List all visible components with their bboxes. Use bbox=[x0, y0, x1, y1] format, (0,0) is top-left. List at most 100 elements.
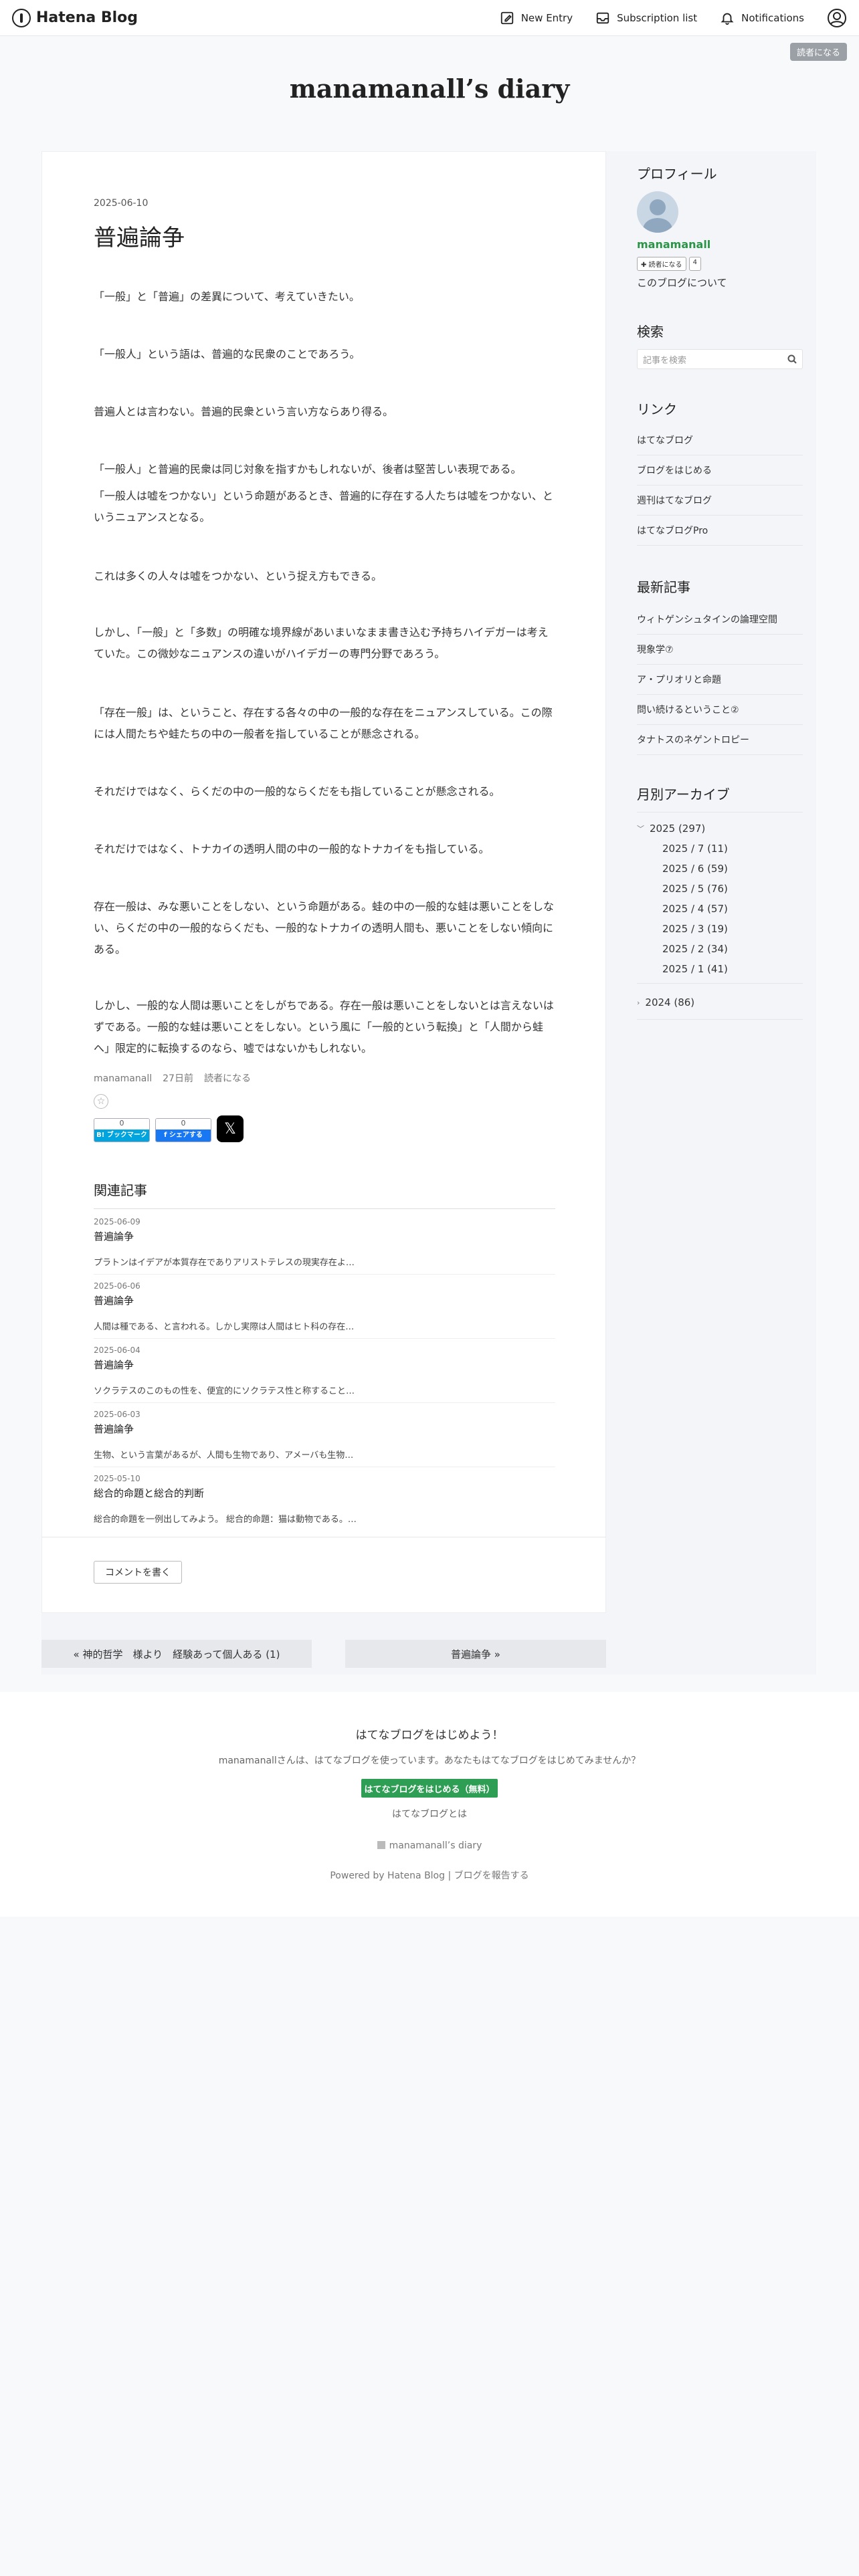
related-item[interactable]: 2025-05-10 総合的命題と総合的判断 総合的命題を一例出してみよう。 総… bbox=[94, 1467, 555, 1531]
recent-heading: 最新記事 bbox=[637, 579, 690, 595]
notifications-link[interactable]: Notifications bbox=[720, 11, 804, 25]
chevron-down-icon[interactable]: ﹀ bbox=[637, 823, 644, 834]
top-navbar: Hatena Blog New Entry Subscription list … bbox=[0, 0, 859, 36]
recent-entry[interactable]: タナトスのネゲントロピー bbox=[637, 725, 803, 755]
footer-blog-title[interactable]: manamanall’s diary bbox=[389, 1840, 482, 1851]
x-share-button[interactable]: 𝕏 bbox=[217, 1115, 244, 1142]
follower-count: 4 bbox=[688, 257, 701, 271]
archive-month[interactable]: 2025 / 4 (57) bbox=[662, 903, 728, 915]
start-blog-button[interactable]: はてなブログをはじめる（無料） bbox=[361, 1779, 498, 1798]
footer-blog-link[interactable]: manamanall’s diary bbox=[0, 1840, 859, 1851]
sidebar-link[interactable]: はてなブログPro bbox=[637, 516, 803, 546]
new-entry-label: New Entry bbox=[520, 11, 573, 24]
recent-entry[interactable]: ア・プリオリと命題 bbox=[637, 665, 803, 695]
sidebar-link[interactable]: 週刊はてなブログ bbox=[637, 486, 803, 516]
chevron-right-icon[interactable]: › bbox=[637, 998, 640, 1007]
pencil-icon bbox=[500, 11, 513, 24]
inbox-icon bbox=[596, 12, 609, 23]
related-item[interactable]: 2025-06-09 普遍論争 プラトンはイデアが本質存在でありアリストテレスの… bbox=[94, 1210, 555, 1275]
blog-title[interactable]: manamanall’s diary bbox=[0, 74, 859, 104]
entry-paragraph: 「存在一般」は、ということ、存在する各々の中の一般的な存在をニュアンスしている。… bbox=[94, 706, 553, 740]
entry-paragraph: しかし、「一般」と「多数」の明確な境界線があいまいなまま書き込む予持ちハイデガー… bbox=[94, 626, 549, 660]
pager-prev-link[interactable]: « 神的哲学 様より 経験あって個人ある (1) bbox=[41, 1640, 312, 1668]
entry-paragraph: 「一般」と「普遍」の差異について、考えていきたい。 bbox=[94, 290, 360, 303]
recent-entry[interactable]: 現象学⑦ bbox=[637, 635, 803, 665]
search-icon[interactable] bbox=[787, 354, 797, 364]
hatena-logo-icon bbox=[12, 8, 31, 27]
about-hatena-link[interactable]: はてなブログとは bbox=[0, 1807, 859, 1820]
related-title[interactable]: 総合的命題と総合的判断 bbox=[94, 1486, 555, 1500]
related-item[interactable]: 2025-06-03 普遍論争 生物、という言葉があるが、人間も生物であり、アメ… bbox=[94, 1403, 555, 1467]
follow-button-top[interactable]: 読者になる bbox=[789, 43, 847, 61]
pager-next-link[interactable]: 普遍論争 » bbox=[345, 1640, 606, 1668]
facebook-share-button[interactable]: 0 f シェアする bbox=[155, 1118, 211, 1142]
archive-month[interactable]: 2025 / 5 (76) bbox=[662, 883, 728, 895]
related-date: 2025-06-06 bbox=[94, 1281, 140, 1291]
sidebar-link[interactable]: はてなブログ bbox=[637, 425, 803, 455]
user-menu[interactable] bbox=[827, 8, 847, 28]
links-heading: リンク bbox=[637, 401, 677, 417]
entry-paragraph: 普遍人とは言わない。普遍的民衆という言い方ならあり得る。 bbox=[94, 405, 394, 418]
subscription-label: Subscription list bbox=[617, 11, 698, 24]
sidebar-link[interactable]: ブログをはじめる bbox=[637, 455, 803, 486]
subscription-list-link[interactable]: Subscription list bbox=[595, 11, 697, 25]
archive-month[interactable]: 2025 / 2 (34) bbox=[662, 943, 728, 955]
related-excerpt: 生物、という言葉があるが、人間も生物であり、アメーバも生物… bbox=[94, 1451, 354, 1461]
recent-entry[interactable]: ウィトゲンシュタインの論理空間 bbox=[637, 605, 803, 635]
entry-author[interactable]: manamanall bbox=[94, 1073, 152, 1084]
bookmark-label: B! ブックマーク bbox=[94, 1130, 149, 1142]
x-icon: 𝕏 bbox=[224, 1120, 236, 1138]
entry-paragraph: これは多くの人々は嘘をつかない、という捉え方もできる。 bbox=[94, 570, 383, 582]
entry-date[interactable]: 2025-06-10 bbox=[94, 198, 148, 209]
entry-footer: manamanall 27日前 読者になる bbox=[94, 1071, 262, 1085]
avatar[interactable] bbox=[637, 191, 678, 233]
search-heading: 検索 bbox=[637, 324, 664, 340]
archive-heading: 月別アーカイブ bbox=[637, 786, 730, 802]
search-placeholder: 記事を検索 bbox=[643, 355, 687, 366]
archive-year-label[interactable]: 2024 (86) bbox=[645, 996, 694, 1008]
entry-title[interactable]: 普遍論争 bbox=[94, 219, 185, 252]
archive-month[interactable]: 2025 / 6 (59) bbox=[662, 863, 728, 875]
related-excerpt: ソクラテスのこのもの性を、便宜的にソクラテス性と称すること… bbox=[94, 1386, 355, 1396]
related-date: 2025-06-03 bbox=[94, 1410, 140, 1419]
archive-month[interactable]: 2025 / 3 (19) bbox=[662, 923, 728, 935]
bell-icon bbox=[721, 13, 734, 25]
hatena-bookmark-button[interactable]: 0 B! ブックマーク bbox=[94, 1118, 150, 1142]
powered-by[interactable]: Powered by Hatena Blog | ブログを報告する bbox=[0, 1868, 859, 1882]
recent-entry[interactable]: 問い続けるということ② bbox=[637, 695, 803, 725]
follow-link[interactable]: 読者になる bbox=[204, 1073, 251, 1084]
related-title[interactable]: 普遍論争 bbox=[94, 1229, 555, 1243]
share-count: 0 bbox=[156, 1119, 211, 1130]
notifications-label: Notifications bbox=[741, 11, 804, 24]
related-title[interactable]: 普遍論争 bbox=[94, 1422, 555, 1436]
write-comment-button[interactable]: コメントを書く bbox=[94, 1561, 182, 1584]
sidebar-follow[interactable]: ✚ 読者になる 4 bbox=[637, 257, 701, 271]
entry-ago[interactable]: 27日前 bbox=[163, 1073, 193, 1084]
related-title[interactable]: 普遍論争 bbox=[94, 1293, 555, 1307]
archive-month[interactable]: 2025 / 1 (41) bbox=[662, 963, 728, 975]
related-item[interactable]: 2025-06-06 普遍論争 人間は種である、と言われる。しかし実際は人間はヒ… bbox=[94, 1275, 555, 1339]
hatena-blog-logo[interactable]: Hatena Blog bbox=[12, 8, 138, 27]
about-blog-link[interactable]: このブログについて bbox=[637, 276, 727, 290]
entry-paragraph: それだけではなく、らくだの中の一般的ならくだをも指していることが懸念される。 bbox=[94, 785, 500, 798]
entry-paragraph: 「一般人は嘘をつかない」という命題があるとき、普遍的に存在する人たちは嘘をつかな… bbox=[94, 490, 553, 524]
archive-year-2024[interactable]: › 2024 (86) bbox=[637, 996, 694, 1008]
archive-divider bbox=[637, 1019, 803, 1020]
archive-year-2025[interactable]: ﹀ 2025 (297) bbox=[637, 823, 705, 835]
sidebar-follow-button[interactable]: ✚ 読者になる bbox=[637, 257, 686, 271]
blog-favicon-icon bbox=[377, 1841, 385, 1849]
profile-name[interactable]: manamanall bbox=[637, 238, 710, 251]
add-star-icon[interactable]: ☆ bbox=[94, 1094, 108, 1109]
user-icon bbox=[828, 8, 846, 27]
archive-month[interactable]: 2025 / 7 (11) bbox=[662, 843, 728, 855]
archive-year-label[interactable]: 2025 (297) bbox=[650, 823, 705, 835]
related-date: 2025-05-10 bbox=[94, 1474, 140, 1483]
new-entry-link[interactable]: New Entry bbox=[500, 11, 573, 25]
related-title[interactable]: 普遍論争 bbox=[94, 1358, 555, 1372]
entry-paragraph: しかし、一般的な人間は悪いことをしがちである。存在一般は悪いことをしないとは言え… bbox=[94, 999, 554, 1055]
entry-paragraph: 「一般人」と普遍的民衆は同じ対象を指すかもしれないが、後者は堅苦しい表現である。 bbox=[94, 463, 522, 475]
related-date: 2025-06-04 bbox=[94, 1346, 140, 1355]
entry-paragraph: 存在一般は、みな悪いことをしない、という命題がある。蛙の中の一般的な蛙は悪いこと… bbox=[94, 900, 555, 956]
related-item[interactable]: 2025-06-04 普遍論争 ソクラテスのこのもの性を、便宜的にソクラテス性と… bbox=[94, 1339, 555, 1403]
search-input[interactable]: 記事を検索 bbox=[637, 349, 803, 369]
